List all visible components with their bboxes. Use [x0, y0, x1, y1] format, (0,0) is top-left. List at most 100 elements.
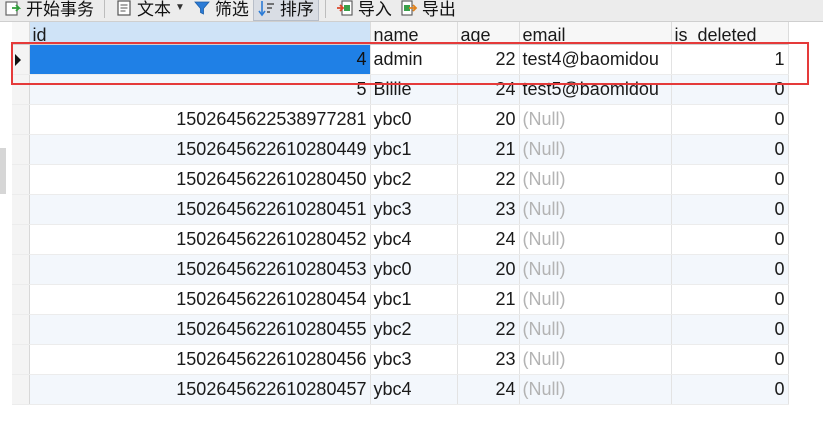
- row-indicator[interactable]: [12, 374, 30, 405]
- table-row[interactable]: 1502645622610280453 ybc0 20 (Null) 0: [12, 254, 789, 285]
- cell-is-deleted[interactable]: 0: [671, 164, 789, 195]
- toolbar-divider: [324, 0, 326, 18]
- cell-email[interactable]: (Null): [519, 134, 672, 165]
- column-header-is-deleted[interactable]: is_deleted: [671, 22, 789, 45]
- cell-name[interactable]: ybc1: [370, 284, 458, 315]
- data-grid[interactable]: id name age email is_deleted 4 admin 22 tes…: [0, 22, 823, 422]
- table-row[interactable]: 1502645622610280456 ybc3 23 (Null) 0: [12, 344, 789, 375]
- table-row[interactable]: 1502645622610280452 ybc4 24 (Null) 0: [12, 224, 789, 255]
- cell-email[interactable]: test4@baomidou: [519, 44, 672, 75]
- cell-is-deleted[interactable]: 0: [671, 74, 789, 105]
- column-header-age[interactable]: age: [457, 22, 520, 45]
- cell-name[interactable]: ybc4: [370, 374, 458, 405]
- cell-name[interactable]: ybc4: [370, 224, 458, 255]
- column-header-name[interactable]: name: [370, 22, 458, 45]
- cell-id[interactable]: 1502645622538977281: [29, 104, 371, 135]
- row-indicator[interactable]: [12, 44, 30, 75]
- cell-is-deleted[interactable]: 0: [671, 344, 789, 375]
- cell-email[interactable]: (Null): [519, 164, 672, 195]
- cell-age[interactable]: 22: [457, 164, 520, 195]
- cell-id[interactable]: 1502645622610280452: [29, 224, 371, 255]
- cell-is-deleted[interactable]: 0: [671, 104, 789, 135]
- cell-age[interactable]: 23: [457, 344, 520, 375]
- text-button[interactable]: 文本 ▼: [111, 0, 189, 21]
- cell-age[interactable]: 21: [457, 284, 520, 315]
- cell-name[interactable]: Billie: [370, 74, 458, 105]
- row-indicator[interactable]: [12, 164, 30, 195]
- column-header-email[interactable]: email: [519, 22, 672, 45]
- cell-is-deleted[interactable]: 0: [671, 254, 789, 285]
- filter-label: 筛选: [214, 0, 249, 19]
- cell-id[interactable]: 1502645622610280455: [29, 314, 371, 345]
- cell-age[interactable]: 20: [457, 254, 520, 285]
- table-row[interactable]: 1502645622538977281 ybc0 20 (Null) 0: [12, 104, 789, 135]
- table-row[interactable]: 1502645622610280450 ybc2 22 (Null) 0: [12, 164, 789, 195]
- cell-name[interactable]: ybc2: [370, 314, 458, 345]
- cell-id[interactable]: 4: [29, 44, 371, 75]
- cell-email[interactable]: (Null): [519, 224, 672, 255]
- row-indicator[interactable]: [12, 314, 30, 345]
- cell-name[interactable]: ybc3: [370, 344, 458, 375]
- table-row[interactable]: 1502645622610280454 ybc1 21 (Null) 0: [12, 284, 789, 315]
- header-row: id name age email is_deleted: [12, 22, 789, 45]
- cell-age[interactable]: 24: [457, 224, 520, 255]
- filter-button[interactable]: 筛选: [189, 0, 253, 21]
- cell-id[interactable]: 1502645622610280456: [29, 344, 371, 375]
- cell-age[interactable]: 23: [457, 194, 520, 225]
- table-row[interactable]: 1502645622610280457 ybc4 24 (Null) 0: [12, 374, 789, 405]
- row-indicator[interactable]: [12, 224, 30, 255]
- import-button[interactable]: 导入: [332, 0, 396, 21]
- cell-age[interactable]: 21: [457, 134, 520, 165]
- column-header-id[interactable]: id: [29, 22, 371, 45]
- cell-is-deleted[interactable]: 0: [671, 224, 789, 255]
- row-indicator[interactable]: [12, 74, 30, 105]
- table-row[interactable]: 4 admin 22 test4@baomidou 1: [12, 44, 789, 75]
- cell-id[interactable]: 1502645622610280449: [29, 134, 371, 165]
- cell-age[interactable]: 20: [457, 104, 520, 135]
- cell-email[interactable]: (Null): [519, 194, 672, 225]
- cell-is-deleted[interactable]: 0: [671, 284, 789, 315]
- table-row[interactable]: 1502645622610280449 ybc1 21 (Null) 0: [12, 134, 789, 165]
- cell-name[interactable]: ybc2: [370, 164, 458, 195]
- cell-name[interactable]: ybc3: [370, 194, 458, 225]
- toolbar-divider: [104, 0, 105, 18]
- begin-transaction-button[interactable]: 开始事务: [0, 0, 98, 21]
- row-indicator[interactable]: [12, 254, 30, 285]
- cell-age[interactable]: 22: [457, 44, 520, 75]
- cell-name[interactable]: ybc1: [370, 134, 458, 165]
- cell-is-deleted[interactable]: 0: [671, 134, 789, 165]
- cell-id[interactable]: 1502645622610280457: [29, 374, 371, 405]
- row-indicator[interactable]: [12, 134, 30, 165]
- cell-is-deleted[interactable]: 0: [671, 314, 789, 345]
- cell-email[interactable]: (Null): [519, 104, 672, 135]
- cell-id[interactable]: 5: [29, 74, 371, 105]
- cell-email[interactable]: (Null): [519, 254, 672, 285]
- row-indicator[interactable]: [12, 194, 30, 225]
- cell-age[interactable]: 24: [457, 74, 520, 105]
- row-indicator[interactable]: [12, 284, 30, 315]
- cell-id[interactable]: 1502645622610280454: [29, 284, 371, 315]
- cell-id[interactable]: 1502645622610280451: [29, 194, 371, 225]
- sort-button[interactable]: 排序: [252, 0, 319, 21]
- cell-email[interactable]: (Null): [519, 284, 672, 315]
- row-indicator[interactable]: [12, 344, 30, 375]
- cell-name[interactable]: admin: [370, 44, 458, 75]
- cell-age[interactable]: 22: [457, 314, 520, 345]
- cell-email[interactable]: (Null): [519, 344, 672, 375]
- table-row[interactable]: 1502645622610280455 ybc2 22 (Null) 0: [12, 314, 789, 345]
- cell-id[interactable]: 1502645622610280450: [29, 164, 371, 195]
- cell-email[interactable]: (Null): [519, 374, 672, 405]
- cell-name[interactable]: ybc0: [370, 104, 458, 135]
- table-row[interactable]: 1502645622610280451 ybc3 23 (Null) 0: [12, 194, 789, 225]
- export-button[interactable]: 导出: [396, 0, 460, 21]
- cell-email[interactable]: test5@baomidou: [519, 74, 672, 105]
- cell-is-deleted[interactable]: 0: [671, 374, 789, 405]
- cell-is-deleted[interactable]: 0: [671, 194, 789, 225]
- cell-is-deleted[interactable]: 1: [671, 44, 789, 75]
- cell-id[interactable]: 1502645622610280453: [29, 254, 371, 285]
- cell-name[interactable]: ybc0: [370, 254, 458, 285]
- cell-email[interactable]: (Null): [519, 314, 672, 345]
- row-indicator[interactable]: [12, 104, 30, 135]
- table-row[interactable]: 5 Billie 24 test5@baomidou 0: [12, 74, 789, 105]
- cell-age[interactable]: 24: [457, 374, 520, 405]
